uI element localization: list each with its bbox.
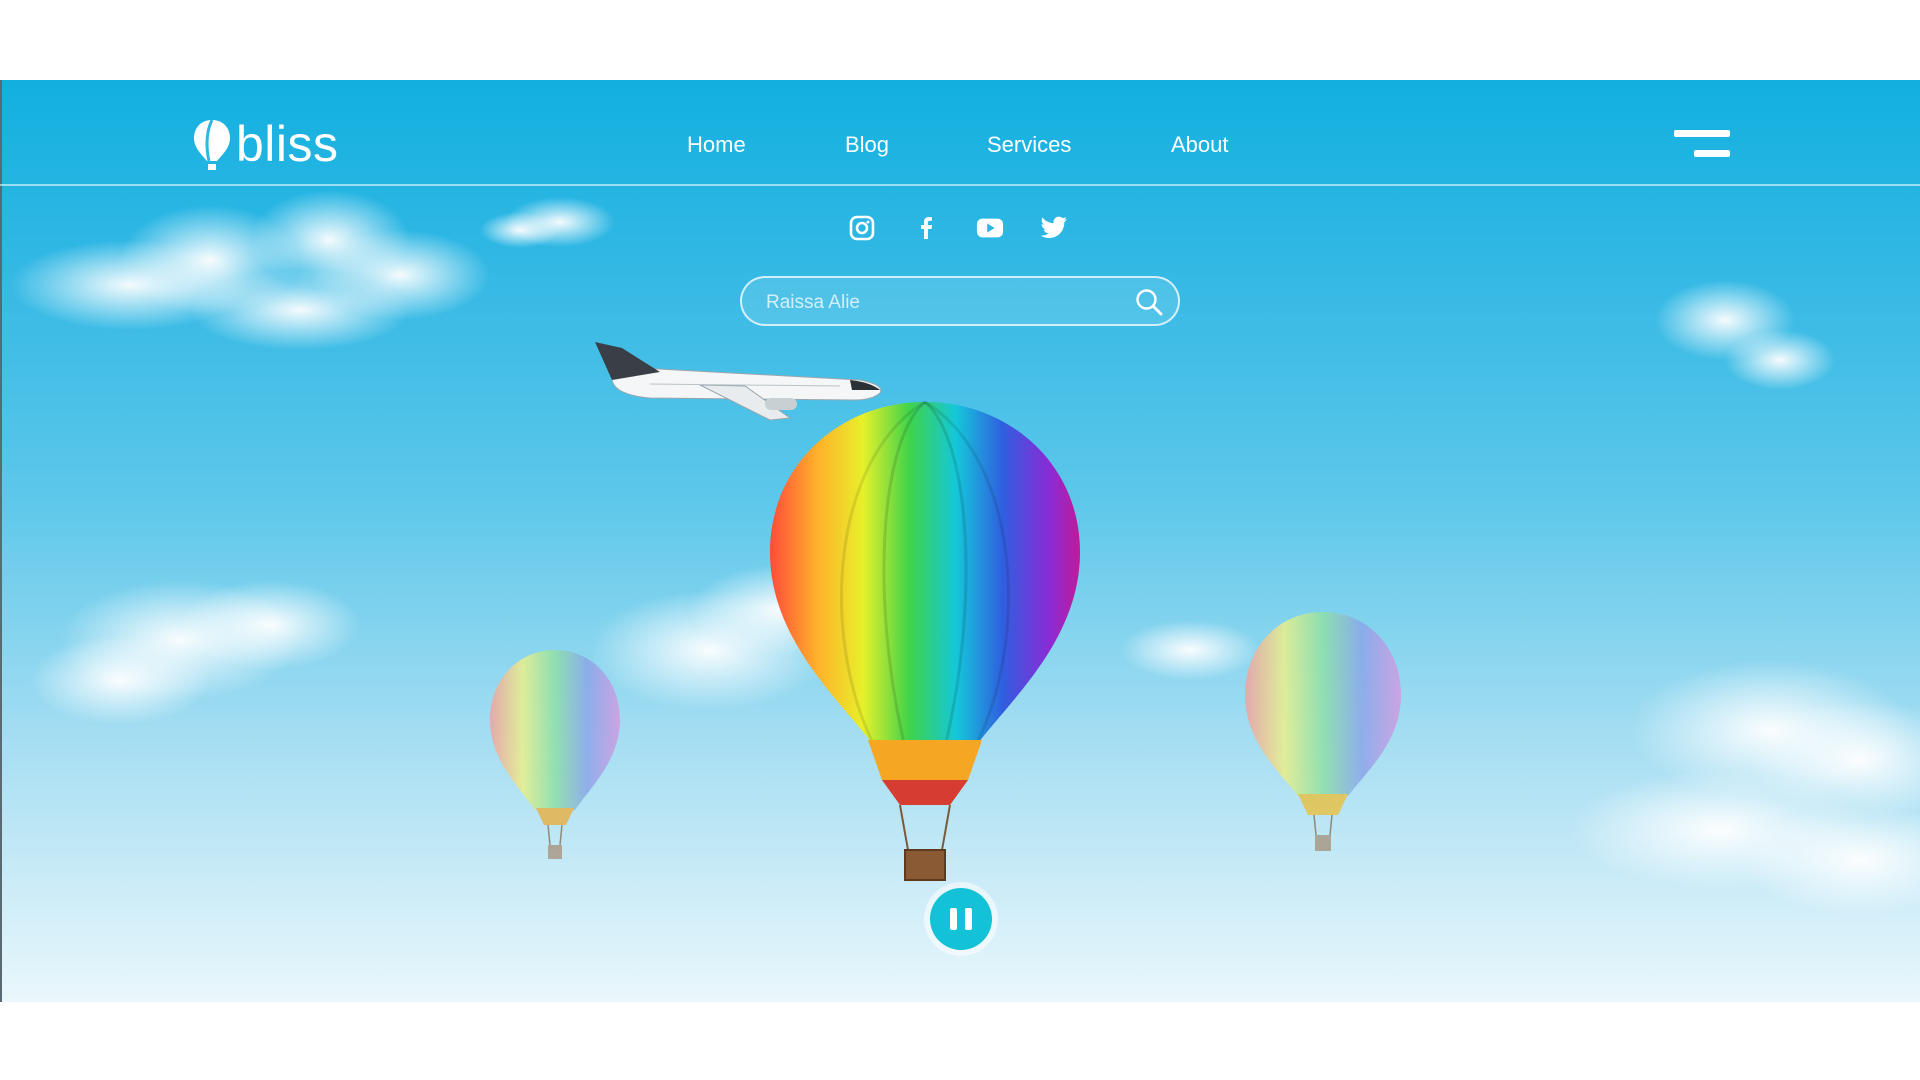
twitter-icon[interactable] — [1040, 214, 1068, 242]
hot-air-balloon-large — [770, 400, 1080, 881]
youtube-icon[interactable] — [976, 214, 1004, 242]
instagram-icon[interactable] — [848, 214, 876, 242]
menu-bar — [1694, 150, 1730, 157]
navbar: bliss Home Blog Services About — [0, 80, 1920, 186]
cloud — [1120, 620, 1260, 680]
sky-scene — [10, 190, 1920, 915]
pause-button[interactable] — [930, 888, 992, 950]
brand-name: bliss — [236, 116, 339, 172]
nav-link-about[interactable]: About — [1171, 132, 1229, 158]
logo[interactable]: bliss — [192, 116, 339, 172]
cloud — [480, 197, 615, 248]
nav-link-home[interactable]: Home — [687, 132, 746, 158]
hero-section: bliss Home Blog Services About — [0, 80, 1920, 1002]
cloud — [10, 190, 490, 350]
search-bar — [740, 276, 1180, 326]
airplane — [595, 342, 882, 421]
cloud — [30, 580, 360, 725]
hamburger-menu-icon[interactable] — [1674, 130, 1730, 162]
cloud — [1570, 660, 1920, 915]
nav-link-services[interactable]: Services — [987, 132, 1071, 158]
pause-icon — [950, 908, 957, 930]
menu-bar — [1674, 130, 1730, 137]
search-input[interactable] — [764, 288, 1128, 318]
facebook-icon[interactable] — [912, 214, 940, 242]
cloud — [1655, 280, 1835, 390]
pause-icon — [965, 908, 972, 930]
search-icon[interactable] — [1134, 287, 1164, 317]
hot-air-balloon-small — [1245, 612, 1401, 851]
nav-link-blog[interactable]: Blog — [845, 132, 889, 158]
balloon-logo-icon — [194, 119, 230, 170]
hot-air-balloon-small — [490, 650, 620, 859]
